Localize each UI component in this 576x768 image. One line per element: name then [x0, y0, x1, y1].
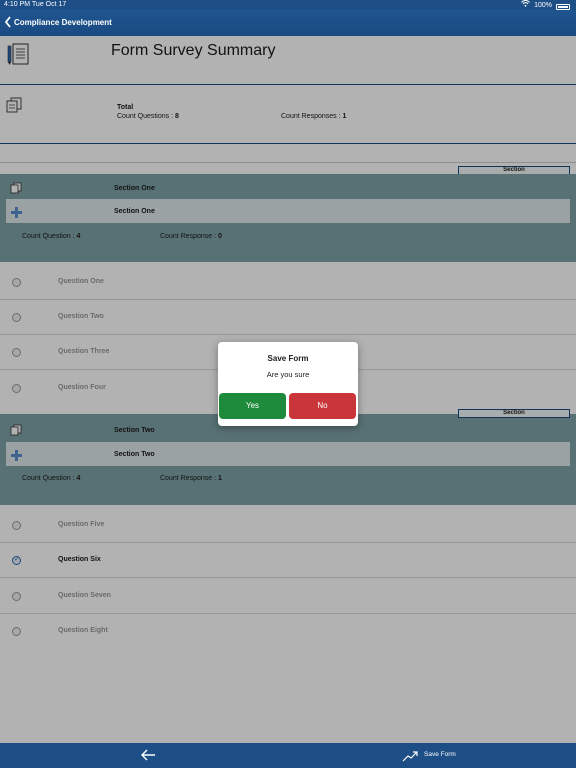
status-bar: 4:10 PM Tue Oct 17 100% [0, 0, 576, 10]
yes-button[interactable]: Yes [219, 393, 286, 419]
navigation-bar: Compliance Development [0, 10, 576, 36]
battery-percent: 100% [534, 1, 552, 9]
dialog-message: Are you sure [266, 370, 310, 379]
bottom-toolbar: Save Form [0, 743, 576, 768]
arrow-left-icon[interactable] [140, 748, 156, 762]
battery-icon [556, 3, 570, 10]
no-button[interactable]: No [289, 393, 356, 419]
trend-up-icon[interactable] [402, 749, 418, 762]
nav-title[interactable]: Compliance Development [14, 18, 112, 27]
save-form-dialog: Save Form Are you sure Yes No [218, 342, 358, 426]
dialog-title: Save Form [267, 354, 309, 363]
back-chevron-icon[interactable] [4, 16, 12, 29]
save-form-button[interactable]: Save Form [424, 751, 456, 758]
status-time: 4:10 PM Tue Oct 17 [4, 1, 67, 8]
